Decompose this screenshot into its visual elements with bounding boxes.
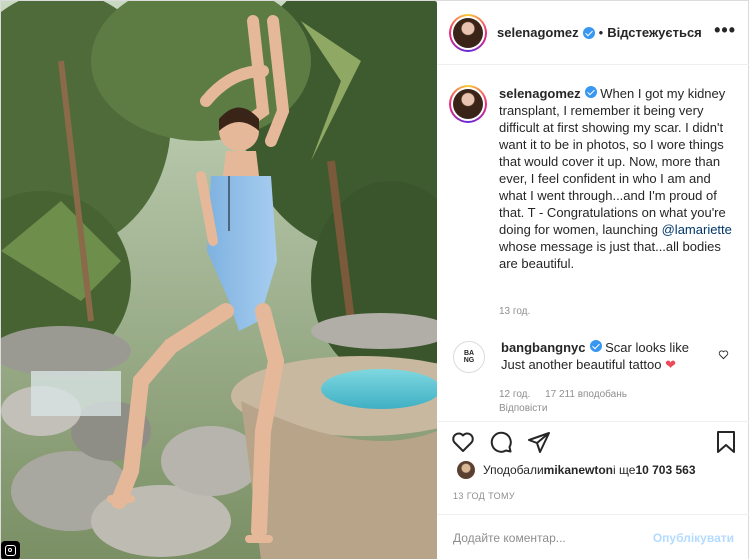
likes-middle: і ще xyxy=(613,463,636,477)
comment-input[interactable] xyxy=(453,530,653,545)
post-header: selenagomez • Відстежується ••• xyxy=(437,1,749,65)
caption-time[interactable]: 13 год. xyxy=(499,306,530,317)
instagram-icon xyxy=(1,541,20,559)
comment-meta: 12 год. 17 211 вподобань xyxy=(499,389,639,400)
post-caption: selenagomez When I got my kidney transpl… xyxy=(449,85,739,272)
following-button[interactable]: Відстежується xyxy=(607,25,702,40)
caption-avatar[interactable] xyxy=(449,85,487,123)
more-options-icon[interactable]: ••• xyxy=(714,21,736,39)
add-comment-bar: Опублікувати xyxy=(437,514,749,559)
verified-badge-icon xyxy=(584,86,597,98)
header-user-info: selenagomez • Відстежується xyxy=(497,25,702,40)
comment-likes-count[interactable]: 17 211 вподобань xyxy=(545,389,627,400)
caption-body-1: When I got my kidney transplant, I remem… xyxy=(499,86,726,237)
post-timestamp[interactable]: 13 ГОД ТОМУ xyxy=(453,491,515,501)
red-heart-emoji: ❤ xyxy=(665,357,676,372)
comment-icon[interactable] xyxy=(489,430,513,454)
comment-username[interactable]: bangbangnyc xyxy=(501,340,586,355)
caption-mention-link[interactable]: @lamariette xyxy=(662,222,732,237)
likes-prefix: Уподобали xyxy=(483,463,544,477)
post-sidebar: selenagomez • Відстежується ••• selenago… xyxy=(437,1,749,559)
reply-button[interactable]: Відповісти xyxy=(499,403,547,414)
header-dot: • xyxy=(598,25,604,40)
comment-item: BA NG bangbangnyc Scar looks like Just a… xyxy=(449,339,739,373)
share-icon[interactable] xyxy=(527,430,551,454)
comment-avatar[interactable]: BA NG xyxy=(453,341,485,373)
post-photo-illustration xyxy=(1,1,437,559)
publish-button[interactable]: Опублікувати xyxy=(653,531,734,545)
caption-username[interactable]: selenagomez xyxy=(499,86,581,101)
avatar[interactable] xyxy=(449,13,487,52)
likes-count[interactable]: 10 703 563 xyxy=(635,463,695,477)
post-photo[interactable] xyxy=(1,1,437,559)
instagram-post: selenagomez • Відстежується ••• selenago… xyxy=(0,0,749,559)
caption-body-2: whose message is just that...all bodies … xyxy=(499,239,721,271)
bookmark-icon[interactable] xyxy=(715,430,737,454)
caption-text: selenagomez When I got my kidney transpl… xyxy=(499,85,739,272)
comment-like-heart-icon[interactable] xyxy=(718,349,729,360)
liker-username[interactable]: mikanewton xyxy=(544,463,613,477)
comment-avatar-text: BA NG xyxy=(463,350,475,364)
likes-summary: Уподобали mikanewton і ще 10 703 563 xyxy=(457,461,696,479)
liker-avatar[interactable] xyxy=(457,461,475,479)
verified-badge-icon xyxy=(582,26,595,39)
heart-icon[interactable] xyxy=(451,430,475,454)
header-username[interactable]: selenagomez xyxy=(497,25,579,40)
verified-badge-icon xyxy=(589,340,602,352)
action-bar xyxy=(437,421,749,461)
comment-time[interactable]: 12 год. xyxy=(499,389,530,400)
comment-text: bangbangnyc Scar looks like Just another… xyxy=(501,339,696,373)
